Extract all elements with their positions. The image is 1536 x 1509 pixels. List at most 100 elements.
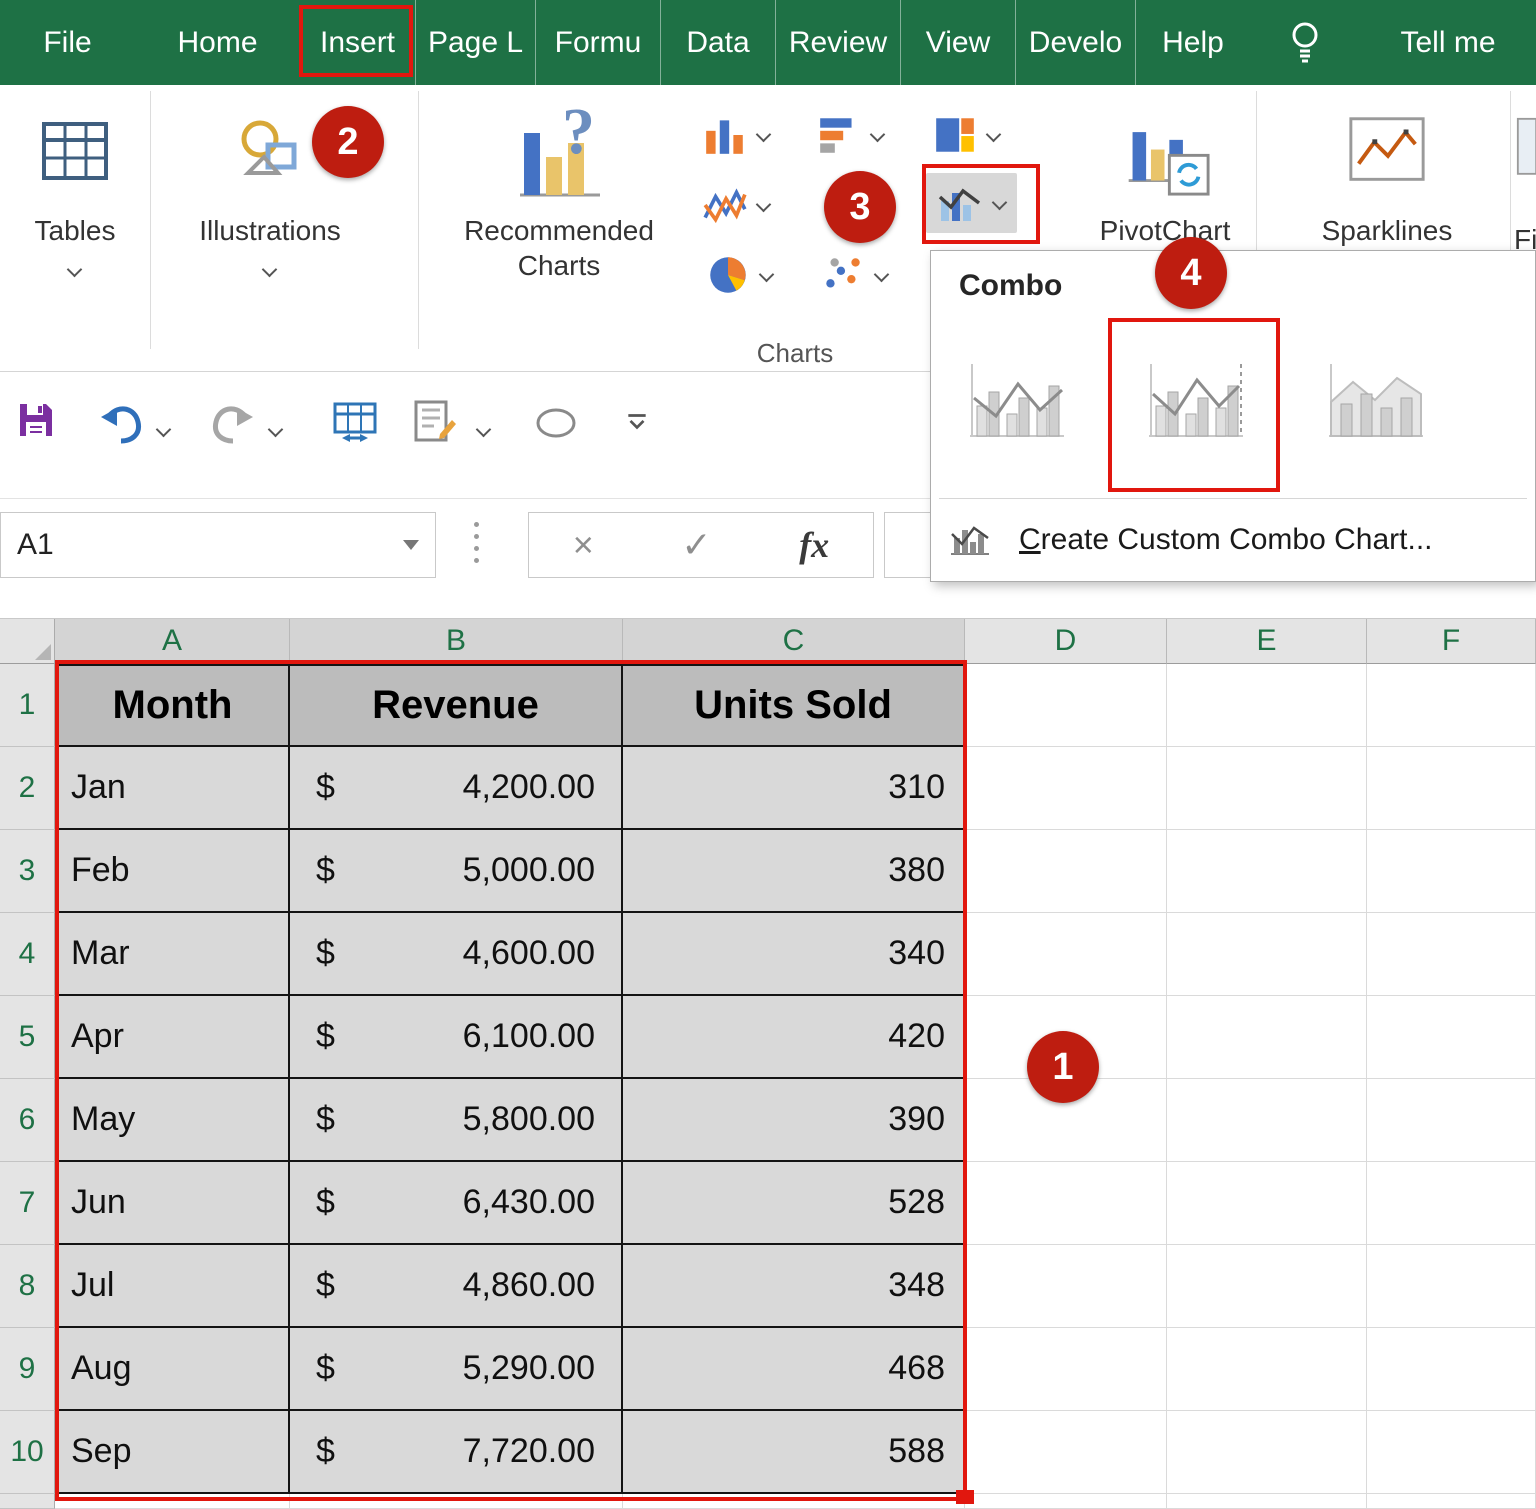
empty-cell[interactable] (965, 1162, 1167, 1245)
column-header-b[interactable]: B (290, 619, 623, 664)
sparklines-button[interactable]: Sparklines (1262, 95, 1512, 248)
empty-cell[interactable] (1367, 1411, 1536, 1494)
tab-tell-me[interactable]: Tell me (1360, 0, 1536, 85)
customize-quick-access-button[interactable] (624, 412, 650, 437)
tab-page-layout[interactable]: Page L (415, 0, 535, 85)
empty-cell[interactable] (1367, 830, 1536, 913)
cell-month[interactable]: Jul (55, 1245, 290, 1328)
insert-combo-chart-button[interactable] (926, 173, 1017, 233)
column-header-e[interactable]: E (1167, 619, 1367, 664)
column-header-f[interactable]: F (1367, 619, 1536, 664)
tab-help[interactable]: Help (1135, 0, 1250, 85)
table-header-revenue[interactable]: Revenue (290, 664, 623, 747)
cell-units[interactable]: 528 (623, 1162, 965, 1245)
cell-revenue[interactable]: $5,800.00 (290, 1079, 623, 1162)
tab-review[interactable]: Review (775, 0, 900, 85)
cell-units[interactable]: 348 (623, 1245, 965, 1328)
enter-icon[interactable]: ✓ (681, 524, 711, 566)
row-header-6[interactable]: 6 (0, 1079, 55, 1162)
empty-cell[interactable] (1167, 1079, 1367, 1162)
empty-cell[interactable] (1167, 1411, 1367, 1494)
cell-units[interactable]: 380 (623, 830, 965, 913)
insert-pie-chart-button[interactable] (705, 252, 774, 298)
row-header-8[interactable]: 8 (0, 1245, 55, 1328)
cell-month[interactable]: Feb (55, 830, 290, 913)
recommended-charts-button[interactable]: ? Recommended Charts (428, 95, 690, 283)
tables-button[interactable]: Tables (8, 95, 142, 277)
cell-units[interactable]: 420 (623, 996, 965, 1079)
cell-units[interactable]: 468 (623, 1328, 965, 1411)
empty-cell[interactable] (965, 1245, 1167, 1328)
name-box-dropdown-icon[interactable] (403, 540, 419, 550)
select-all-corner[interactable] (0, 619, 55, 664)
tab-developer[interactable]: Develo (1015, 0, 1135, 85)
tab-formulas[interactable]: Formu (535, 0, 660, 85)
lightbulb-icon[interactable] (1250, 0, 1360, 85)
combo-option-clustered-column-line[interactable] (957, 351, 1073, 455)
redo-button[interactable] (208, 400, 256, 451)
empty-cell[interactable] (1167, 747, 1367, 830)
oval-shape-button[interactable] (534, 406, 578, 445)
row-header-7[interactable]: 7 (0, 1162, 55, 1245)
insert-function-icon[interactable]: fx (799, 524, 829, 566)
empty-cell[interactable] (1367, 996, 1536, 1079)
empty-cell[interactable] (1167, 913, 1367, 996)
row-header-3[interactable]: 3 (0, 830, 55, 913)
combo-option-clustered-column-line-secondary-axis[interactable] (1136, 351, 1252, 455)
cell-month[interactable]: Aug (55, 1328, 290, 1411)
cell-revenue[interactable]: $4,860.00 (290, 1245, 623, 1328)
empty-cell[interactable] (1367, 913, 1536, 996)
empty-cell[interactable] (1367, 664, 1536, 747)
form-button[interactable] (410, 398, 458, 449)
row-header-2[interactable]: 2 (0, 747, 55, 830)
cell-revenue[interactable]: $5,000.00 (290, 830, 623, 913)
formula-bar-resize-handle[interactable] (474, 522, 479, 563)
empty-cell[interactable] (965, 1411, 1167, 1494)
empty-cell[interactable] (965, 1328, 1167, 1411)
empty-cell[interactable] (1167, 1245, 1367, 1328)
empty-cell[interactable] (1367, 747, 1536, 830)
empty-cell[interactable] (1367, 1079, 1536, 1162)
insert-line-chart-button[interactable] (702, 182, 771, 228)
tab-data[interactable]: Data (660, 0, 775, 85)
save-button[interactable] (14, 398, 58, 447)
row-header-10[interactable]: 10 (0, 1411, 55, 1494)
cell-revenue[interactable]: $4,600.00 (290, 913, 623, 996)
row-header-5[interactable]: 5 (0, 996, 55, 1079)
empty-cell[interactable] (1367, 1245, 1536, 1328)
undo-dropdown[interactable] (158, 424, 169, 435)
insert-column-chart-button[interactable] (702, 112, 771, 158)
empty-cell[interactable] (1167, 664, 1367, 747)
empty-cell[interactable] (965, 664, 1167, 747)
insert-scatter-chart-button[interactable] (820, 252, 889, 298)
cell-month[interactable]: Jun (55, 1162, 290, 1245)
form-dropdown[interactable] (478, 424, 489, 435)
cell-month[interactable]: Mar (55, 913, 290, 996)
row-header-1[interactable]: 1 (0, 664, 55, 747)
pivotchart-button[interactable]: PivotChart (1072, 95, 1258, 248)
cell-revenue[interactable]: $4,200.00 (290, 747, 623, 830)
tab-file[interactable]: File (0, 0, 135, 85)
cancel-icon[interactable]: × (573, 524, 594, 566)
empty-cell[interactable] (1167, 1162, 1367, 1245)
cell-month[interactable]: Jan (55, 747, 290, 830)
cell-units[interactable]: 310 (623, 747, 965, 830)
cell-revenue[interactable]: $6,430.00 (290, 1162, 623, 1245)
cell-revenue[interactable]: $5,290.00 (290, 1328, 623, 1411)
insert-bar-chart-button[interactable] (816, 112, 885, 158)
empty-cell[interactable] (1167, 996, 1367, 1079)
cell-units[interactable]: 390 (623, 1079, 965, 1162)
table-header-units-sold[interactable]: Units Sold (623, 664, 965, 747)
column-header-a[interactable]: A (55, 619, 290, 664)
empty-cell[interactable] (965, 747, 1167, 830)
cell-units[interactable]: 588 (623, 1411, 965, 1494)
column-header-d[interactable]: D (965, 619, 1167, 664)
redo-dropdown[interactable] (270, 424, 281, 435)
cell-month[interactable]: Apr (55, 996, 290, 1079)
cell-month[interactable]: May (55, 1079, 290, 1162)
undo-button[interactable] (98, 400, 146, 451)
cell-revenue[interactable]: $6,100.00 (290, 996, 623, 1079)
row-header-9[interactable]: 9 (0, 1328, 55, 1411)
empty-cell[interactable] (965, 913, 1167, 996)
tab-view[interactable]: View (900, 0, 1015, 85)
